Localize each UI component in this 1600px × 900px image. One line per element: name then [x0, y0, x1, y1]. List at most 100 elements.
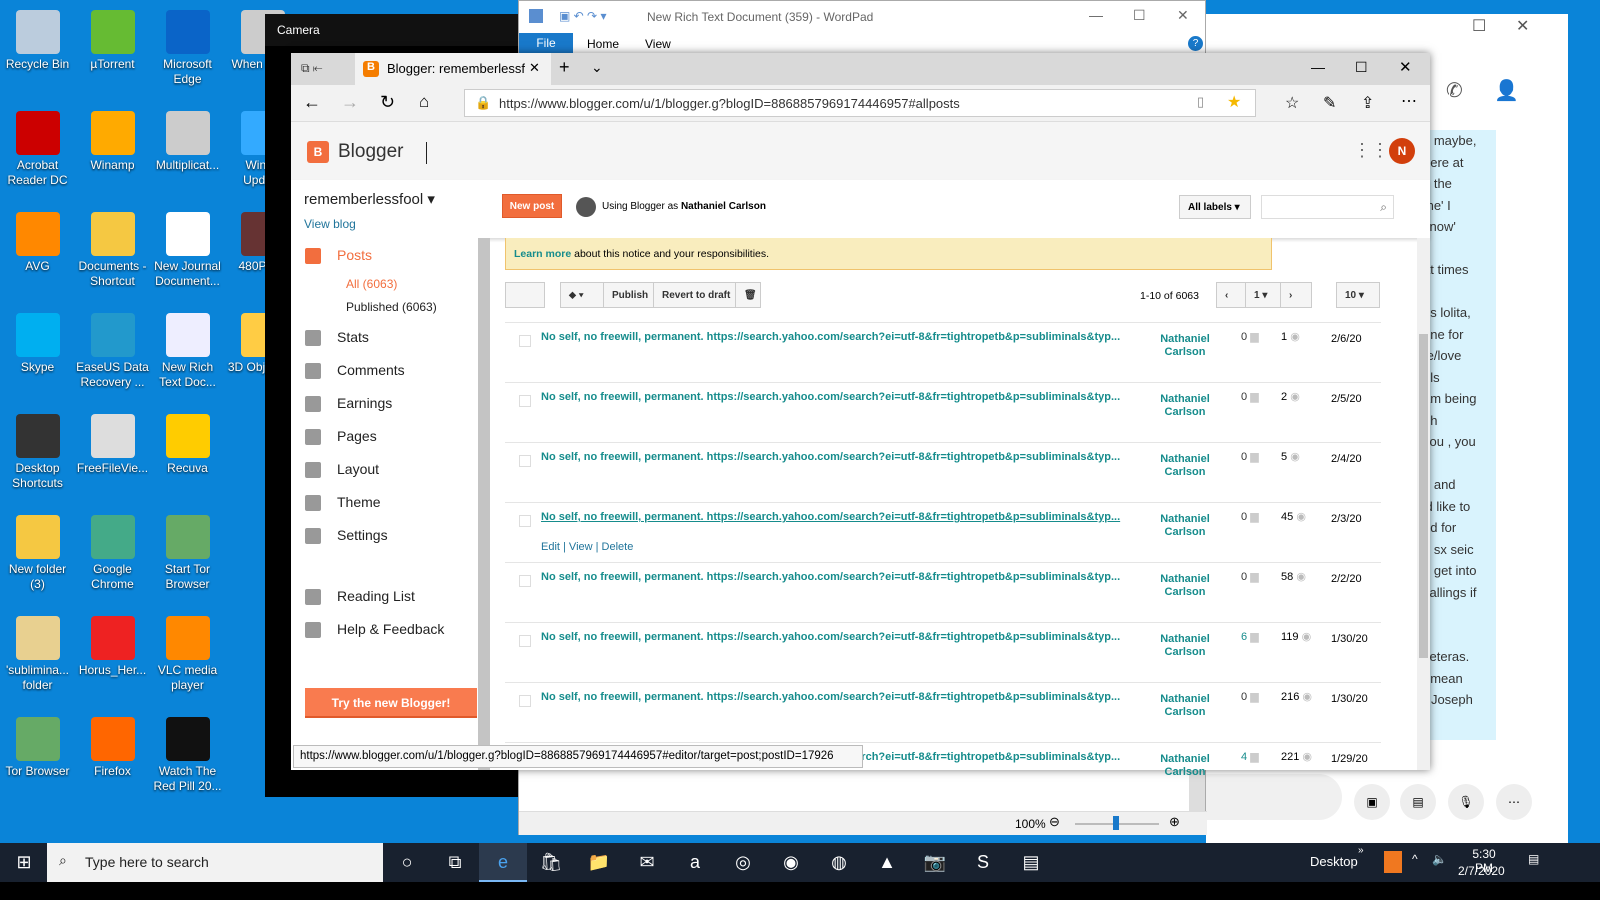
post-author[interactable]: Nathaniel Carlson: [1145, 333, 1225, 359]
sidebar-item-pages[interactable]: Pages: [337, 428, 377, 444]
taskbar-amazon-icon[interactable]: a: [671, 843, 719, 882]
desktop-icon[interactable]: Winamp: [75, 105, 150, 173]
favorite-star-icon[interactable]: ★: [1227, 92, 1241, 112]
table-row[interactable]: No self, no freewill, permanent. https:/…: [505, 682, 1381, 742]
taskbar-camera-icon[interactable]: 📷: [911, 843, 959, 882]
table-row[interactable]: No self, no freewill, permanent. https:/…: [505, 622, 1381, 682]
forward-icon[interactable]: →: [341, 92, 359, 113]
maximize-button[interactable]: ☐: [1133, 7, 1146, 24]
desktop-icon[interactable]: Watch The Red Pill 20...: [150, 711, 225, 794]
row-checkbox[interactable]: [519, 455, 531, 467]
pen-icon[interactable]: ✎: [1323, 93, 1336, 113]
taskbar-skype-icon[interactable]: S: [959, 843, 1007, 882]
select-all-checkbox[interactable]: [505, 282, 545, 308]
maximize-button[interactable]: ☐: [1472, 16, 1486, 36]
taskbar-tripadvisor-icon[interactable]: ◎: [719, 843, 767, 882]
close-button[interactable]: ✕: [1399, 58, 1412, 76]
comment-count[interactable]: 0 ▆: [1241, 690, 1259, 703]
search-input[interactable]: ⌕: [1261, 195, 1394, 219]
learn-more-link[interactable]: Learn more: [514, 248, 571, 260]
tab-file[interactable]: File: [519, 33, 573, 54]
new-tab-button[interactable]: +: [559, 57, 570, 78]
desktop-icon[interactable]: µTorrent: [75, 4, 150, 72]
page-dropdown[interactable]: 1 ▾: [1245, 282, 1281, 308]
comment-count[interactable]: 0 ▆: [1241, 510, 1259, 523]
post-author[interactable]: Nathaniel Carlson: [1145, 513, 1225, 539]
sidebar-item-earnings[interactable]: Earnings: [337, 395, 392, 411]
search-box[interactable]: ⌕ Type here to search: [47, 843, 383, 882]
more-icon[interactable]: ⋯: [1496, 784, 1532, 820]
new-post-button[interactable]: New post: [502, 194, 562, 218]
taskbar-mail-icon[interactable]: ✉: [623, 843, 671, 882]
sidebar-item-comments[interactable]: Comments: [337, 362, 405, 378]
row-actions[interactable]: Edit | View | Delete: [541, 541, 633, 553]
share-icon[interactable]: ⇪: [1361, 93, 1374, 113]
page-scrollbar[interactable]: [1417, 238, 1430, 770]
desktop-icon[interactable]: Recuva: [150, 408, 225, 476]
notification-app-icon[interactable]: [1384, 851, 1402, 873]
all-labels-dropdown[interactable]: All labels ▾: [1179, 195, 1251, 219]
view-blog-link[interactable]: View blog: [304, 217, 356, 231]
desktop-icon[interactable]: EaseUS Data Recovery ...: [75, 307, 150, 390]
taskbar-wordpad-icon[interactable]: ▤: [1007, 843, 1055, 882]
minimize-button[interactable]: —: [1311, 59, 1325, 75]
back-icon[interactable]: ←: [303, 92, 321, 113]
prev-page-button[interactable]: ‹: [1216, 282, 1246, 308]
taskbar-edge-icon[interactable]: e: [479, 843, 527, 882]
close-button[interactable]: ✕: [1516, 16, 1529, 36]
comment-count[interactable]: 0 ▆: [1241, 390, 1259, 403]
taskbar-store-icon[interactable]: 🛍: [527, 843, 575, 882]
desktop-icon[interactable]: Recycle Bin: [0, 4, 75, 72]
tab-home[interactable]: Home: [587, 37, 619, 51]
try-new-blogger-button[interactable]: Try the new Blogger!: [305, 688, 477, 718]
post-author[interactable]: Nathaniel Carlson: [1145, 573, 1225, 599]
delete-icon[interactable]: 🗑: [735, 282, 761, 308]
desktop-toolbar[interactable]: Desktop: [1310, 854, 1358, 869]
zoom-in-button[interactable]: ⊕: [1169, 814, 1180, 830]
contact-card-icon[interactable]: ▤: [1400, 784, 1436, 820]
volume-icon[interactable]: 🔈: [1432, 852, 1447, 866]
table-row[interactable]: No self, no freewill, permanent. https:/…: [505, 502, 1381, 562]
zoom-out-button[interactable]: ⊖: [1049, 814, 1060, 830]
table-row[interactable]: No self, no freewill, permanent. https:/…: [505, 442, 1381, 502]
close-button[interactable]: ✕: [1177, 7, 1189, 24]
post-author[interactable]: Nathaniel Carlson: [1145, 453, 1225, 479]
show-hidden-icons[interactable]: ^: [1412, 852, 1418, 866]
sidebar-scrollbar[interactable]: [478, 238, 490, 770]
desktop-icon[interactable]: Google Chrome: [75, 509, 150, 592]
sidebar-item-layout[interactable]: Layout: [337, 461, 379, 477]
sidebar-item-all[interactable]: All (6063): [346, 277, 397, 291]
post-title-link[interactable]: No self, no freewill, permanent. https:/…: [541, 691, 1120, 703]
toolbar-overflow-icon[interactable]: »: [1358, 845, 1364, 856]
desktop-icon[interactable]: VLC media player: [150, 610, 225, 693]
taskbar-file-explorer-icon[interactable]: 📁: [575, 843, 623, 882]
per-page-dropdown[interactable]: 10 ▾: [1336, 282, 1380, 308]
more-icon[interactable]: ⋯: [1401, 91, 1417, 111]
desktop-icon[interactable]: New Rich Text Doc...: [150, 307, 225, 390]
taskbar-vlc-icon[interactable]: ▲: [863, 843, 911, 882]
call-icon[interactable]: ✆: [1446, 78, 1463, 103]
post-author[interactable]: Nathaniel Carlson: [1145, 753, 1225, 779]
post-author[interactable]: Nathaniel Carlson: [1145, 633, 1225, 659]
sidebar-item-stats[interactable]: Stats: [337, 329, 369, 345]
avatar[interactable]: N: [1389, 138, 1415, 164]
desktop-icon[interactable]: Horus_Her...: [75, 610, 150, 678]
tab-view[interactable]: View: [645, 37, 671, 51]
label-dropdown[interactable]: ⬥ ▾: [560, 282, 604, 308]
comment-count[interactable]: 0 ▆: [1241, 450, 1259, 463]
row-checkbox[interactable]: [519, 395, 531, 407]
tab-actions-icon[interactable]: ⧉ ⇤: [301, 61, 323, 76]
clock-date[interactable]: 2/7/2020: [1458, 864, 1505, 878]
desktop-icon[interactable]: New folder (3): [0, 509, 75, 592]
desktop-icon[interactable]: Desktop Shortcuts: [0, 408, 75, 491]
row-checkbox[interactable]: [519, 575, 531, 587]
action-center-icon[interactable]: ▤: [1528, 852, 1539, 866]
post-title-link[interactable]: No self, no freewill, permanent. https:/…: [541, 391, 1120, 403]
desktop-icon[interactable]: New Journal Document...: [150, 206, 225, 289]
comment-count[interactable]: 0 ▆: [1241, 330, 1259, 343]
tab-list-icon[interactable]: ⌄: [591, 59, 603, 76]
post-author[interactable]: Nathaniel Carlson: [1145, 693, 1225, 719]
favorites-icon[interactable]: ☆: [1285, 93, 1299, 113]
post-title-link[interactable]: No self, no freewill, permanent. https:/…: [541, 571, 1120, 583]
desktop-icon[interactable]: Acrobat Reader DC: [0, 105, 75, 188]
